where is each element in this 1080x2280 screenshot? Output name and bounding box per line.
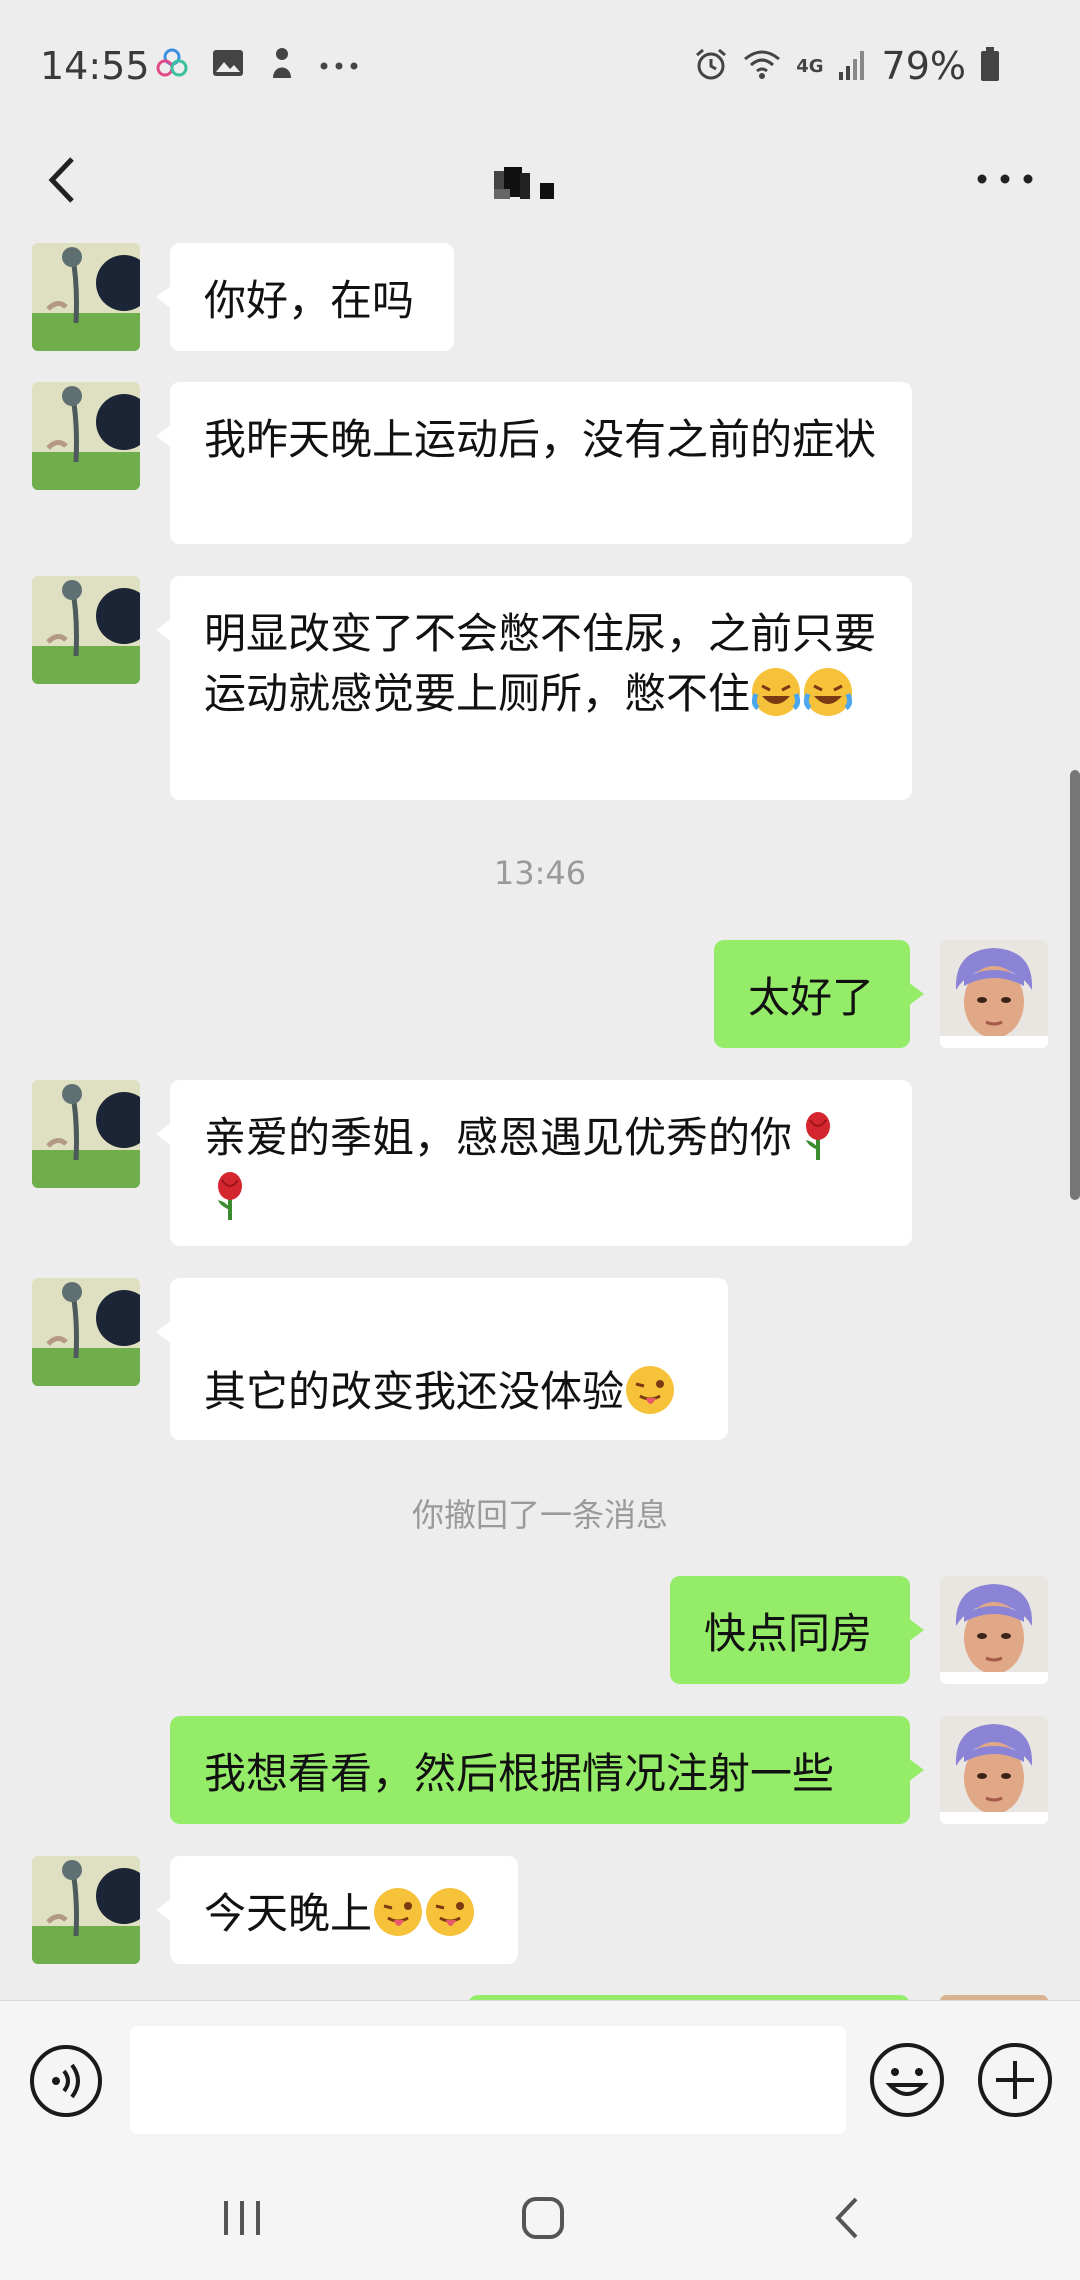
- my-avatar[interactable]: [940, 940, 1048, 1048]
- message-bubble-outgoing[interactable]: 太好了: [714, 940, 924, 1048]
- home-button[interactable]: [520, 2195, 566, 2241]
- rose-emoji: [792, 1110, 844, 1162]
- message-text: 我想看看，然后根据情况注射一些: [204, 1749, 835, 1798]
- system-navigation-bar: [0, 2155, 1080, 2280]
- contact-name-redacted: [490, 163, 580, 207]
- contact-avatar[interactable]: [32, 1856, 140, 1964]
- status-time: 14:55: [40, 44, 150, 88]
- chat-more-button[interactable]: [970, 159, 1040, 199]
- more-dots-icon: [319, 56, 359, 75]
- home-icon: [522, 2197, 564, 2239]
- recalled-message-notice: 你撤回了一条消息: [411, 1496, 668, 1534]
- message-bubble-incoming[interactable]: 明显改变了不会憋不住尿，之前只要运动就感觉要上厕所，憋不住: [156, 576, 912, 800]
- signal-icon: [838, 48, 868, 84]
- contact-avatar[interactable]: [32, 1080, 140, 1188]
- message-list[interactable]: 你好，在吗 我昨天晚上运动后，没有之前的症状 明显改变了不会憋不住尿，之前只要运…: [0, 240, 1080, 2000]
- message-bubble-outgoing[interactable]: 快点同房: [670, 1576, 924, 1684]
- recent-apps-button[interactable]: [220, 2197, 264, 2239]
- my-avatar[interactable]: [940, 1576, 1048, 1684]
- voice-input-button[interactable]: [28, 2043, 104, 2119]
- message-input-bar: [0, 2000, 1080, 2156]
- contact-avatar[interactable]: [32, 382, 140, 490]
- status-bar: 14:55 4G 79%: [0, 0, 1080, 135]
- network-type-label: 4G: [796, 55, 824, 77]
- battery-icon: [980, 47, 1000, 85]
- more-functions-button[interactable]: [976, 2041, 1054, 2119]
- recent-apps-icon: [224, 2201, 260, 2235]
- my-avatar[interactable]: [940, 1716, 1048, 1824]
- system-back-button[interactable]: [830, 2195, 866, 2241]
- chevron-left-icon: [48, 157, 74, 203]
- winking-tongue-emoji: [624, 1364, 676, 1416]
- chat-scrollbar[interactable]: [1070, 770, 1080, 1200]
- voice-icon: [30, 2045, 102, 2117]
- message-text: 太好了: [748, 973, 875, 1022]
- message-text-input[interactable]: [130, 2026, 846, 2134]
- emoji-button[interactable]: [868, 2041, 946, 2119]
- message-bubble-incoming[interactable]: 今天晚上: [156, 1856, 518, 1964]
- app-icon: [267, 46, 297, 84]
- message-text: 你好，在吗: [204, 276, 415, 325]
- message-bubble-incoming[interactable]: 你好，在吗: [156, 243, 454, 351]
- winking-tongue-emoji: [424, 1886, 476, 1938]
- notification-icons: [155, 46, 359, 84]
- back-button[interactable]: [28, 145, 98, 215]
- message-text: 快点同房: [704, 1609, 873, 1658]
- rose-emoji: [204, 1170, 256, 1222]
- emoji-icon: [870, 2043, 944, 2117]
- alarm-icon: [694, 47, 728, 85]
- message-bubble-incoming[interactable]: 我昨天晚上运动后，没有之前的症状: [156, 382, 912, 544]
- contact-avatar[interactable]: [32, 576, 140, 684]
- contact-avatar[interactable]: [32, 1278, 140, 1386]
- winking-tongue-emoji: [372, 1886, 424, 1938]
- message-text: 亲爱的季姐，感恩遇见优秀的你: [204, 1113, 793, 1162]
- message-bubble-incoming[interactable]: 其它的改变我还没体验: [156, 1278, 728, 1440]
- wifi-icon: [742, 47, 782, 85]
- message-text: 其它的改变我还没体验: [204, 1367, 625, 1416]
- gallery-icon: [211, 46, 245, 84]
- contact-avatar[interactable]: [32, 243, 140, 351]
- message-text: 我昨天晚上运动后，没有之前的症状: [204, 415, 877, 464]
- more-horizontal-icon: [977, 174, 1033, 184]
- message-bubble-incoming[interactable]: 亲爱的季姐，感恩遇见优秀的你: [156, 1080, 912, 1246]
- battery-percentage: 79%: [881, 44, 966, 88]
- laughing-crying-emoji: [750, 666, 802, 718]
- chat-header: [0, 135, 1080, 240]
- laughing-crying-emoji: [802, 666, 854, 718]
- back-arrow-icon: [835, 2197, 858, 2239]
- system-status-icons: 4G 79%: [694, 44, 1000, 88]
- plus-icon: [978, 2043, 1052, 2117]
- message-text: 今天晚上: [204, 1889, 373, 1938]
- message-timestamp: 13:46: [493, 854, 587, 892]
- message-bubble-outgoing[interactable]: 我想看看，然后根据情况注射一些: [170, 1716, 924, 1824]
- app-notification-icon: [155, 46, 189, 84]
